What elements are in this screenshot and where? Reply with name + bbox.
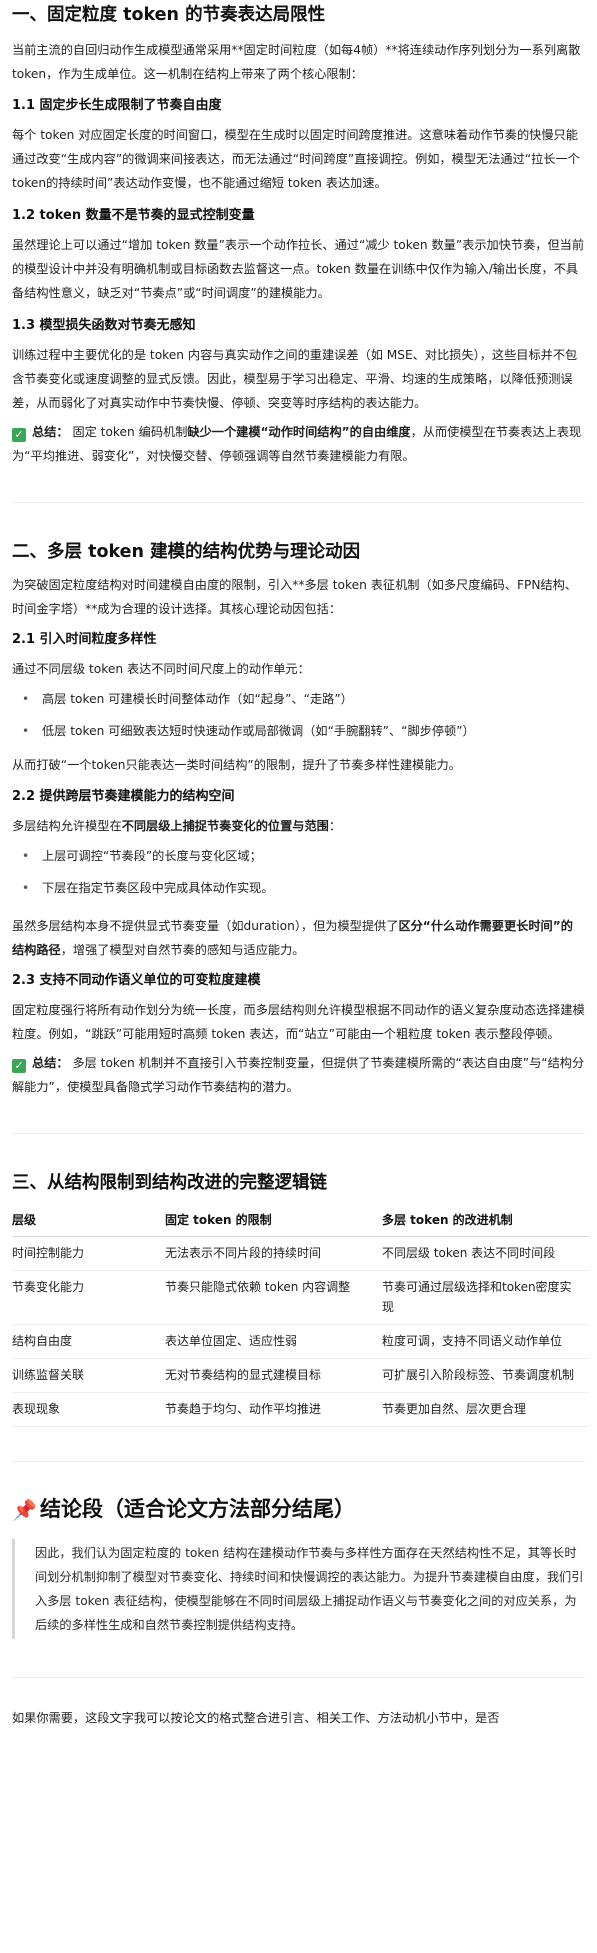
table-header: 多层 token 的改进机制	[382, 1202, 589, 1237]
paragraph-2-2: 多层结构允许模型在不同层级上捕捉节奏变化的位置与范围：	[12, 814, 585, 838]
check-icon: ✓	[12, 428, 26, 442]
section-2-summary: ✓ 总结： 多层 token 机制并不直接引入节奏控制变量，但提供了节奏建模所需的…	[12, 1051, 585, 1099]
paragraph-1-2: 虽然理论上可以通过“增加 token 数量”表示一个动作拉长、通过“减少 tok…	[12, 238, 585, 300]
list-item: 低层 token 可细致表达短时快速动作或局部微调（如“手腕翻转”、“脚步停顿”…	[22, 719, 585, 743]
table-cell: 粒度可调，支持不同语义动作单位	[382, 1324, 589, 1359]
table-cell: 训练监督关联	[12, 1358, 165, 1393]
section-2-intro: 为突破固定粒度结构对时间建模自由度的限制，引入**多层 token 表征机制（如…	[12, 578, 577, 616]
text: ：	[328, 819, 342, 833]
list-item: 高层 token 可建模长时间整体动作（如“起身”、“走路”）	[22, 687, 585, 711]
table-row: 时间控制能力 无法表示不同片段的持续时间 不同层级 token 表达不同时间段	[12, 1236, 589, 1271]
table-cell: 表达单位固定、适应性弱	[165, 1324, 382, 1359]
heading-2-2: 2.2 提供跨层节奏建模能力的结构空间	[12, 789, 235, 804]
heading-2-1: 2.1 引入时间粒度多样性	[12, 632, 157, 647]
heading-1-3: 1.3 模型损失函数对节奏无感知	[12, 318, 196, 333]
list-2-1: 高层 token 可建模长时间整体动作（如“起身”、“走路”） 低层 token…	[12, 687, 585, 743]
check-icon: ✓	[12, 1059, 26, 1073]
table-cell: 时间控制能力	[12, 1236, 165, 1271]
text: ，增强了模型对自然节奏的感知与适应能力。	[60, 943, 305, 957]
table-cell: 无对节奏结构的显式建模目标	[165, 1358, 382, 1393]
table-row: 结构自由度 表达单位固定、适应性弱 粒度可调，支持不同语义动作单位	[12, 1324, 589, 1359]
text: 虽然多层结构本身不提供显式节奏变量（如duration），但为模型提供了	[12, 919, 399, 933]
heading-1-2: 1.2 token 数量不是节奏的显式控制变量	[12, 208, 255, 223]
table-row: 训练监督关联 无对节奏结构的显式建模目标 可扩展引入阶段标签、节奏调度机制	[12, 1358, 589, 1393]
table-cell: 可扩展引入阶段标签、节奏调度机制	[382, 1358, 589, 1393]
summary-label: 总结：	[32, 425, 69, 439]
section-1-summary: ✓ 总结： 固定 token 编码机制缺少一个建模“动作时间结构”的自由维度，从而…	[12, 420, 585, 468]
heading-1-1: 1.1 固定步长生成限制了节奏自由度	[12, 98, 222, 113]
list-item: 上层可调控“节奏段”的长度与变化区域；	[22, 844, 585, 868]
table-cell: 无法表示不同片段的持续时间	[165, 1236, 382, 1271]
paragraph-2-2d: 虽然多层结构本身不提供显式节奏变量（如duration），但为模型提供了区分“什…	[12, 914, 585, 962]
table-cell: 节奏只能隐式依赖 token 内容调整	[165, 1270, 382, 1325]
pushpin-icon: 📌	[12, 1498, 37, 1522]
table-header: 层级	[12, 1202, 165, 1237]
section-2-title: 二、多层 token 建模的结构优势与理论动因	[12, 542, 361, 562]
table-cell: 节奏趋于均匀、动作平均推进	[165, 1392, 382, 1427]
section-1-title: 一、固定粒度 token 的节奏表达局限性	[12, 5, 326, 25]
section-1-intro: 当前主流的自回归动作生成模型通常采用**固定时间粒度（如每4帧）**将连续动作序…	[12, 43, 581, 81]
paragraph-1-3: 训练过程中主要优化的是 token 内容与真实动作之间的重建误差（如 MSE、对…	[12, 348, 578, 410]
paragraph-2-1: 通过不同层级 token 表达不同时间尺度上的动作单元：	[12, 662, 310, 676]
table-cell: 结构自由度	[12, 1324, 165, 1359]
table-row: 表现现象 节奏趋于均匀、动作平均推进 节奏更加自然、层次更合理	[12, 1392, 589, 1427]
conclusion-quote: 因此，我们认为固定粒度的 token 结构在建模动作节奏与多样性方面存在天然结构…	[12, 1539, 585, 1639]
list-item: 下层在指定节奏区段中完成具体动作实现。	[22, 876, 585, 900]
paragraph-1-1: 每个 token 对应固定长度的时间窗口，模型在生成时以固定时间跨度推进。这意味…	[12, 128, 580, 190]
comparison-table: 层级 固定 token 的限制 多层 token 的改进机制 时间控制能力 无法…	[12, 1202, 589, 1427]
list-2-2: 上层可调控“节奏段”的长度与变化区域； 下层在指定节奏区段中完成具体动作实现。	[12, 844, 585, 900]
section-3-title: 三、从结构限制到结构改进的完整逻辑链	[12, 1173, 327, 1193]
summary-text-a: 固定 token 编码机制	[72, 425, 188, 439]
table-cell: 节奏变化能力	[12, 1270, 165, 1325]
table-cell: 节奏更加自然、层次更合理	[382, 1392, 589, 1427]
document: 一、固定粒度 token 的节奏表达局限性 当前主流的自回归动作生成模型通常采用…	[0, 0, 597, 1730]
text: 多层结构允许模型在	[12, 819, 122, 833]
table-row: 节奏变化能力 节奏只能隐式依赖 token 内容调整 节奏可通过层级选择和tok…	[12, 1270, 589, 1325]
heading-2-3: 2.3 支持不同动作语义单位的可变粒度建模	[12, 973, 261, 988]
table-cell: 不同层级 token 表达不同时间段	[382, 1236, 589, 1271]
table-header-row: 层级 固定 token 的限制 多层 token 的改进机制	[12, 1202, 589, 1237]
summary-label: 总结：	[32, 1056, 69, 1070]
paragraph-2-3: 固定粒度强行将所有动作划分为统一长度，而多层结构则允许模型根据不同动作的语义复杂…	[12, 1003, 585, 1041]
table-cell: 节奏可通过层级选择和token密度实现	[382, 1270, 589, 1325]
summary-text: 多层 token 机制并不直接引入节奏控制变量，但提供了节奏建模所需的“表达自由…	[12, 1056, 585, 1094]
bold-text: 不同层级上捕捉节奏变化的位置与范围	[121, 819, 329, 833]
conclusion-title-row: 📌 结论段（适合论文方法部分结尾）	[12, 1492, 585, 1527]
conclusion-title: 结论段（适合论文方法部分结尾）	[40, 1497, 355, 1521]
paragraph-2-1b: 从而打破“一个token只能表达一类时间结构”的限制，提升了节奏多样性建模能力。	[12, 758, 461, 772]
summary-text-bold: 缺少一个建模“动作时间结构”的自由维度	[187, 425, 411, 439]
table-cell: 表现现象	[12, 1392, 165, 1427]
footer-text: 如果你需要，这段文字我可以按论文的格式整合进引言、相关工作、方法动机小节中，是否	[12, 1711, 500, 1725]
table-header: 固定 token 的限制	[165, 1202, 382, 1237]
